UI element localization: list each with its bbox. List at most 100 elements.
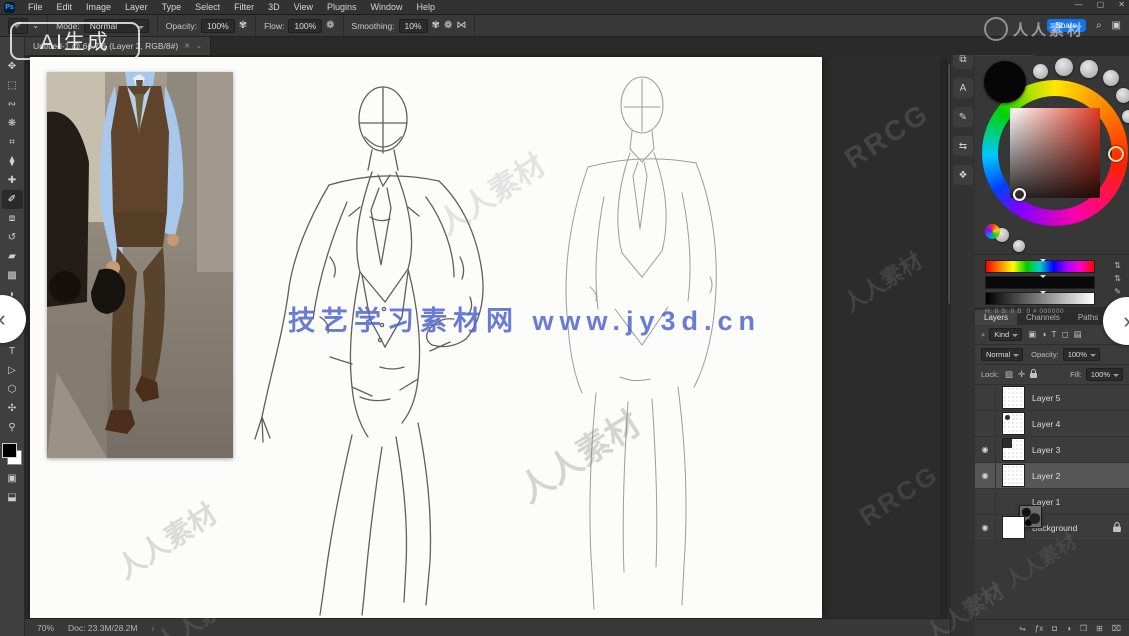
pressure-size-icon[interactable]: ❁ [444, 20, 452, 31]
tool-preset-picker[interactable]: ✐ [8, 18, 28, 34]
current-color-swatch[interactable] [984, 61, 1026, 103]
visibility-toggle[interactable] [975, 411, 996, 436]
layer-thumbnail[interactable] [1002, 438, 1025, 461]
eye-icon[interactable]: ◉ [982, 523, 989, 532]
tool-shape[interactable]: ⬡ [2, 380, 23, 399]
visibility-toggle[interactable]: ◉ [975, 515, 996, 540]
tool-crop[interactable]: ⌗ [2, 133, 23, 152]
visibility-toggle[interactable] [975, 489, 996, 514]
add-mask-icon[interactable]: ◘ [1052, 624, 1057, 633]
blend-mode-select[interactable]: Normal [84, 19, 149, 33]
symmetry-icon[interactable]: ⋈ [456, 20, 466, 31]
hue-marker[interactable] [1108, 146, 1124, 162]
tool-eyedropper[interactable]: ⧫ [2, 152, 23, 171]
fill-value[interactable]: 100% [1086, 368, 1123, 381]
tool-quick-select[interactable]: ❋ [2, 114, 23, 133]
filter-type-icon[interactable]: T [1051, 329, 1056, 340]
smoothing-value[interactable]: 10% [399, 19, 428, 33]
smoothing-gear-icon[interactable]: ✾ [432, 20, 440, 31]
slider-stepper-icon[interactable]: ⇅ [1114, 261, 1121, 270]
hue-slider[interactable] [985, 260, 1095, 273]
screen-mode-button[interactable]: ⬓ [2, 488, 23, 507]
visibility-toggle[interactable]: ◉ [975, 437, 996, 462]
tool-clone-stamp[interactable]: ⧈ [2, 209, 23, 228]
tool-history-brush[interactable]: ↺ [2, 228, 23, 247]
tool-marquee[interactable]: ⬚ [2, 76, 23, 95]
menu-3d[interactable]: 3D [261, 0, 287, 14]
tool-healing[interactable]: ✚ [2, 171, 23, 190]
eye-icon[interactable]: ◉ [982, 445, 989, 454]
layer-thumbnail[interactable] [1002, 516, 1025, 539]
saturation-value-square[interactable] [1010, 108, 1100, 198]
menu-help[interactable]: Help [410, 0, 443, 14]
filter-kind-select[interactable]: Kind [989, 328, 1022, 341]
opacity-value[interactable]: 100% [201, 19, 235, 33]
layer-row-layer3[interactable]: ◉ Layer 3 [975, 437, 1129, 463]
layer-row-layer4[interactable]: Layer 4 [975, 411, 1129, 437]
layer-thumbnail[interactable] [1002, 386, 1025, 409]
lock-transparent-icon[interactable]: ▨ [1005, 369, 1013, 380]
document-tab[interactable]: Untitled-1 @ 66.7% (Layer 2, RGB/8#) ✕ ⌄ [25, 37, 211, 55]
rgb-mode-icon[interactable] [985, 224, 1000, 239]
new-group-icon[interactable]: ❒ [1080, 624, 1087, 633]
menu-select[interactable]: Select [188, 0, 227, 14]
delete-layer-icon[interactable]: ⌧ [1112, 624, 1121, 633]
adjustment-layer-icon[interactable]: ◑ [1066, 624, 1071, 633]
menu-view[interactable]: View [287, 0, 320, 14]
link-layers-icon[interactable]: ⇋ [1019, 624, 1026, 633]
menu-file[interactable]: File [21, 0, 50, 14]
menu-edit[interactable]: Edit [50, 0, 80, 14]
eye-icon[interactable]: ◉ [982, 471, 989, 480]
visibility-toggle[interactable]: ◉ [975, 463, 996, 488]
tool-gradient[interactable]: ▩ [2, 266, 23, 285]
tool-hand[interactable]: ✣ [2, 399, 23, 418]
slider-stepper-icon-2[interactable]: ⇅ [1114, 274, 1121, 283]
visibility-toggle[interactable] [975, 385, 996, 410]
search-icon[interactable]: ⌕ [1096, 20, 1102, 31]
canvas-vertical-scrollbar[interactable] [940, 57, 948, 618]
menu-plugins[interactable]: Plugins [320, 0, 364, 14]
tool-type[interactable]: T [2, 342, 23, 361]
status-caret-icon[interactable]: › [151, 623, 154, 633]
layer-thumbnail[interactable] [1002, 464, 1025, 487]
layer-blend-mode-select[interactable]: Normal [981, 348, 1023, 361]
menu-filter[interactable]: Filter [227, 0, 261, 14]
lock-position-icon[interactable]: ✛ [1018, 369, 1025, 380]
layer-row-layer2-selected[interactable]: ◉ Layer 2 [975, 463, 1129, 489]
share-button[interactable]: Share [1047, 19, 1086, 32]
tool-move[interactable]: ✥ [2, 57, 23, 76]
canvas-pasteboard[interactable] [25, 55, 950, 618]
tool-path-select[interactable]: ▷ [2, 361, 23, 380]
quick-mask-button[interactable]: ▣ [2, 469, 23, 488]
filter-pixel-icon[interactable]: ▣ [1028, 329, 1036, 340]
layer-name[interactable]: Layer 4 [1032, 419, 1060, 429]
panel-icon-clone-source[interactable]: ❖ [953, 165, 973, 185]
layer-row-background[interactable]: ◉ Background [975, 515, 1129, 541]
flow-value[interactable]: 100% [288, 19, 322, 33]
slider-pen-icon[interactable]: ✎ [1114, 287, 1121, 296]
layer-name[interactable]: Layer 3 [1032, 445, 1060, 455]
color-swatches[interactable] [2, 443, 22, 465]
layer-thumbnail[interactable] [1002, 412, 1025, 435]
filter-smart-icon[interactable]: ▤ [1074, 329, 1082, 340]
airbrush-icon[interactable]: ❁ [326, 20, 334, 31]
layer-style-icon[interactable]: ƒx [1035, 624, 1043, 633]
tool-preset-caret-icon[interactable]: ⌄ [32, 20, 39, 31]
new-layer-icon[interactable]: ⊞ [1096, 624, 1103, 633]
tool-lasso[interactable]: ∾ [2, 95, 23, 114]
menu-image[interactable]: Image [79, 0, 118, 14]
zoom-level[interactable]: 70% [37, 623, 54, 633]
panel-icon-brush-settings[interactable]: ✎ [953, 107, 973, 127]
lock-all-icon[interactable] [1030, 369, 1037, 380]
menu-layer[interactable]: Layer [118, 0, 155, 14]
panel-icon-adjustments[interactable]: ⇆ [953, 136, 973, 156]
tool-brush[interactable]: ✐ [2, 190, 23, 209]
saturation-slider[interactable] [985, 276, 1095, 289]
sv-marker[interactable] [1013, 188, 1026, 201]
layer-row-layer5[interactable]: Layer 5 [975, 385, 1129, 411]
canvas[interactable] [30, 57, 822, 618]
maximize-button[interactable]: ▢ [1097, 0, 1105, 9]
layer-name[interactable]: Layer 2 [1032, 471, 1060, 481]
foreground-color-swatch[interactable] [2, 443, 17, 458]
close-button[interactable]: ✕ [1118, 0, 1125, 9]
